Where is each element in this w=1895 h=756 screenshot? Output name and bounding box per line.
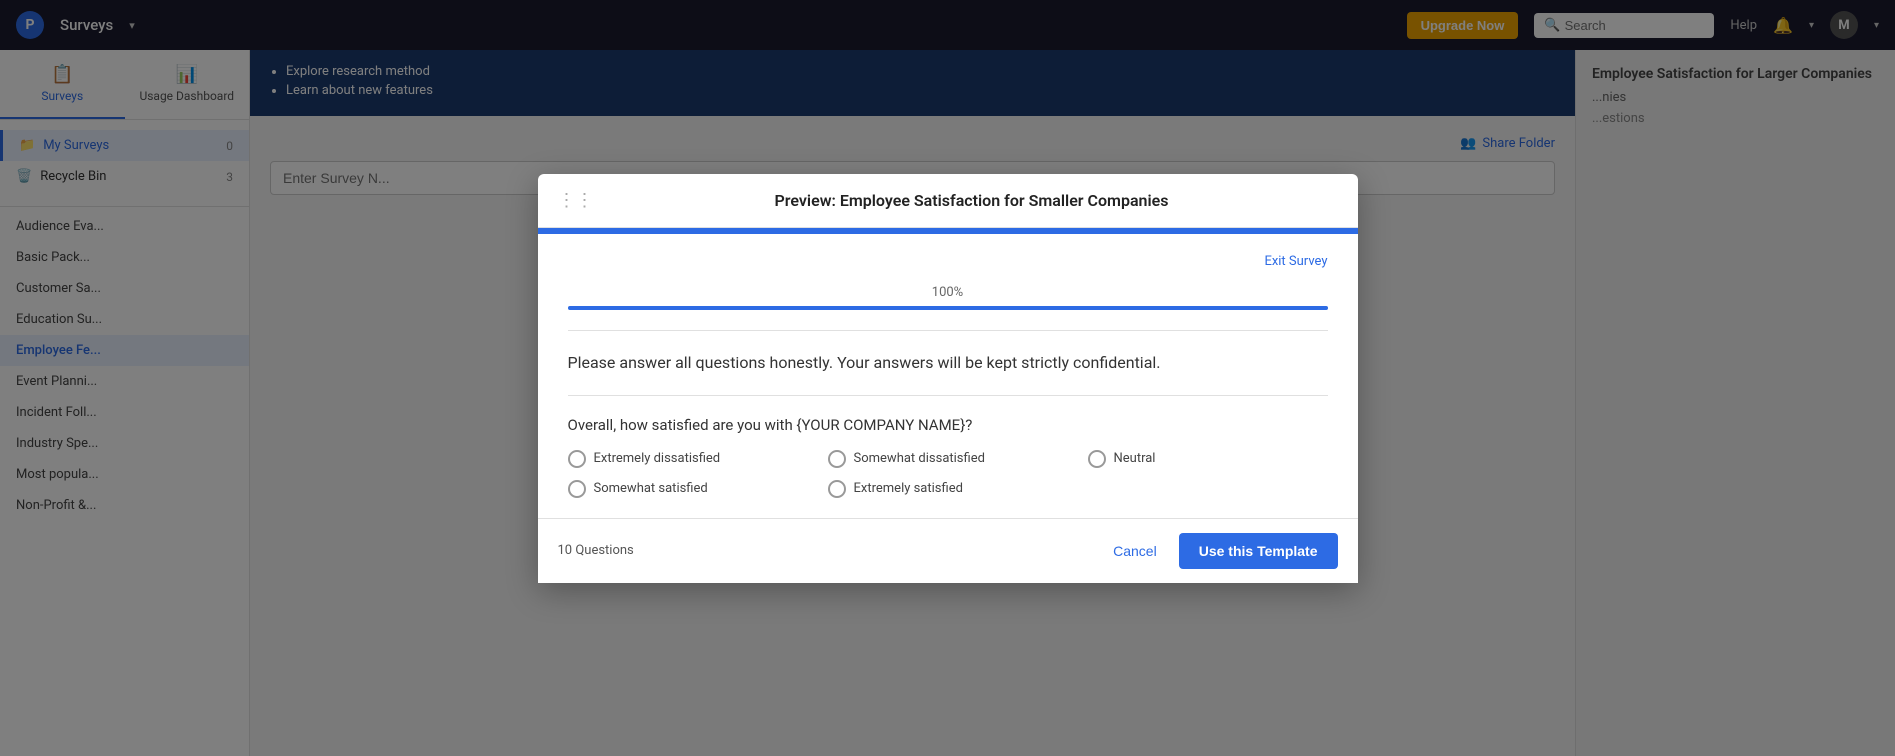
modal-title: Preview: Employee Satisfaction for Small… — [606, 191, 1338, 210]
preview-modal: ⋮⋮ Preview: Employee Satisfaction for Sm… — [538, 174, 1358, 583]
progress-section: 100% — [568, 285, 1328, 310]
modal-overlay: ⋮⋮ Preview: Employee Satisfaction for Sm… — [0, 0, 1895, 756]
modal-footer: 10 Questions Cancel Use this Template — [538, 518, 1358, 583]
radio-circle-2[interactable] — [828, 450, 846, 468]
main-layout: 📋 Surveys 📊 Usage Dashboard 📁 My Surveys… — [0, 50, 1895, 756]
radio-option-3[interactable]: Neutral — [1088, 450, 1328, 468]
radio-option-5[interactable]: Extremely satisfied — [828, 480, 1068, 498]
radio-circle-3[interactable] — [1088, 450, 1106, 468]
exit-survey-link[interactable]: Exit Survey — [568, 254, 1328, 269]
questions-count: 10 Questions — [558, 543, 634, 558]
use-template-button[interactable]: Use this Template — [1179, 533, 1338, 569]
radio-option-2[interactable]: Somewhat dissatisfied — [828, 450, 1068, 468]
radio-option-1[interactable]: Extremely dissatisfied — [568, 450, 808, 468]
footer-buttons: Cancel Use this Template — [1101, 533, 1337, 569]
drag-handle-icon: ⋮⋮ — [558, 190, 594, 211]
radio-label-3: Neutral — [1114, 451, 1156, 466]
cancel-button[interactable]: Cancel — [1101, 533, 1169, 569]
radio-label-4: Somewhat satisfied — [594, 481, 708, 496]
survey-scroll-area[interactable]: Exit Survey 100% Please answer all quest… — [538, 234, 1358, 518]
radio-circle-1[interactable] — [568, 450, 586, 468]
survey-question-text: Overall, how satisfied are you with {YOU… — [568, 416, 1328, 434]
survey-divider-2 — [568, 395, 1328, 396]
modal-header: ⋮⋮ Preview: Employee Satisfaction for Sm… — [538, 174, 1358, 228]
radio-label-2: Somewhat dissatisfied — [854, 451, 985, 466]
radio-circle-4[interactable] — [568, 480, 586, 498]
inner-progress-fill — [568, 306, 1328, 310]
modal-body: Exit Survey 100% Please answer all quest… — [538, 228, 1358, 518]
radio-circle-5[interactable] — [828, 480, 846, 498]
radio-label-5: Extremely satisfied — [854, 481, 963, 496]
inner-progress-bar — [568, 306, 1328, 310]
radio-options-group: Extremely dissatisfied Somewhat dissatis… — [568, 450, 1328, 498]
radio-option-4[interactable]: Somewhat satisfied — [568, 480, 808, 498]
progress-label: 100% — [568, 285, 1328, 300]
radio-label-1: Extremely dissatisfied — [594, 451, 721, 466]
survey-intro-text: Please answer all questions honestly. Yo… — [568, 351, 1328, 375]
survey-divider-1 — [568, 330, 1328, 331]
